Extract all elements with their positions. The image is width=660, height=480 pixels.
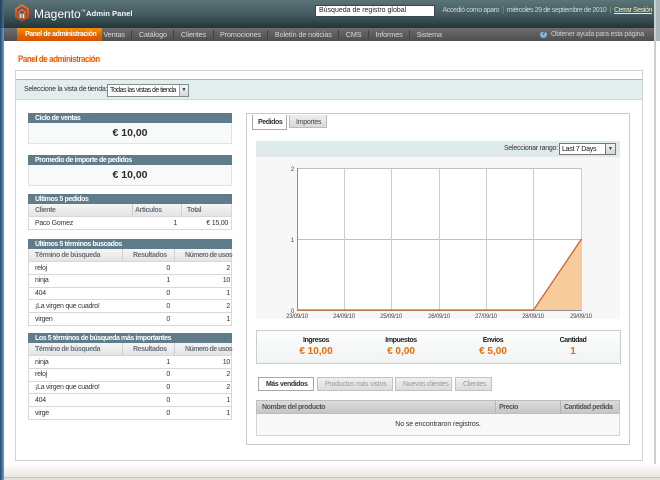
svg-text:24/09/10: 24/09/10: [333, 314, 356, 319]
svg-text:28/09/10: 28/09/10: [522, 314, 545, 319]
svg-text:25/09/10: 25/09/10: [380, 314, 403, 319]
svg-text:23/09/10: 23/09/10: [286, 314, 309, 319]
svg-text:29/09/10: 29/09/10: [570, 314, 593, 319]
svg-text:27/09/10: 27/09/10: [475, 314, 498, 319]
svg-text:26/09/10: 26/09/10: [428, 314, 451, 319]
